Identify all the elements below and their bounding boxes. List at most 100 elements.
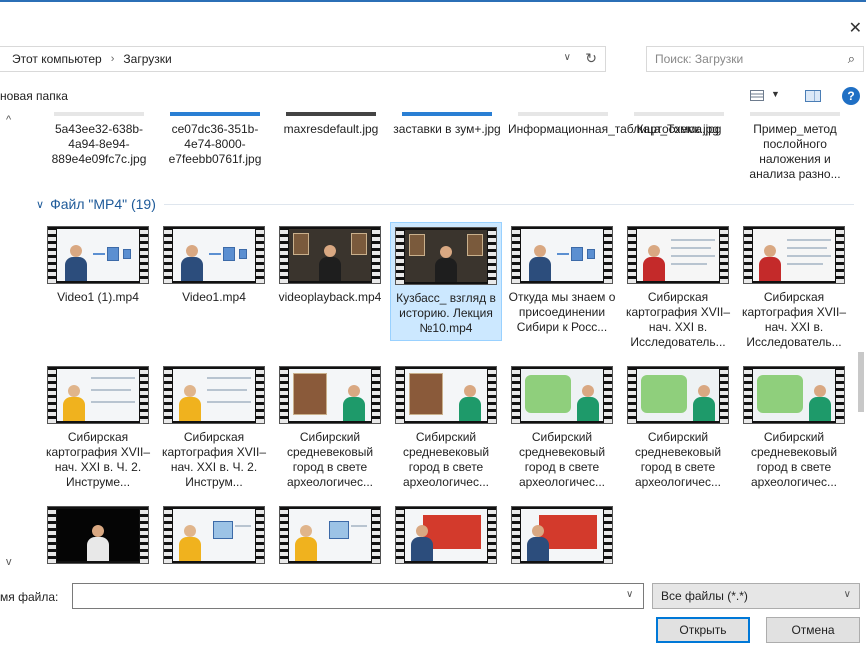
refresh-icon[interactable]: ↻ — [585, 50, 597, 67]
file-name: Сибирская картография XVII–нач. XXI в. Ч… — [45, 430, 151, 489]
cancel-button[interactable]: Отмена — [766, 617, 860, 643]
scrollbar-thumb[interactable] — [858, 352, 864, 412]
video-file-item[interactable]: Сибирский средневековый город в свете ар… — [506, 362, 618, 494]
video-file-item[interactable]: videoplayback.mp4 — [274, 222, 386, 309]
filename-input[interactable] — [72, 583, 644, 609]
vertical-scrollbar[interactable] — [856, 112, 866, 574]
file-name — [158, 564, 270, 574]
video-file-item[interactable]: Сибирский средневековый город в свете ар… — [622, 362, 734, 494]
breadcrumb-separator-icon: › — [110, 53, 115, 65]
preview-pane-icon[interactable] — [805, 90, 821, 102]
video-thumbnail-icon — [47, 366, 149, 424]
video-file-item[interactable]: Video1 (1).mp4 — [42, 222, 154, 309]
search-input[interactable]: Поиск: Загрузки ⌕ — [646, 46, 864, 72]
address-bar[interactable]: Этот компьютер › Загрузки ∨ ↻ — [0, 46, 606, 72]
thumbnail-edge — [518, 112, 608, 116]
file-name: Картосхема.jpg — [636, 122, 722, 136]
video-file-item[interactable]: Сибирская картография XVII–нач. XXI в. Ч… — [158, 362, 270, 494]
file-list[interactable]: 5a43ee32-638b-4a94-8e94-889e4e09fc7c.jpg… — [8, 112, 854, 574]
video-file-item[interactable]: Сибирская картография XVII–нач. XXI в. Ч… — [42, 362, 154, 494]
breadcrumb-downloads[interactable]: Загрузки — [123, 52, 171, 66]
video-thumbnail-icon — [395, 366, 497, 424]
search-icon[interactable]: ⌕ — [848, 51, 855, 67]
video-file-item[interactable]: Кузбасс_ взгляд в историю. Лекция №10.mp… — [390, 222, 502, 341]
group-header-mp4[interactable]: ∨ Файл "MP4" (19) — [36, 196, 854, 212]
group-divider — [163, 203, 854, 205]
video-thumbnail-icon — [279, 506, 381, 564]
file-name — [274, 564, 386, 574]
video-thumbnail-icon — [163, 506, 265, 564]
video-thumbnail-icon — [395, 227, 497, 285]
video-thumbnail-icon — [279, 226, 381, 284]
file-name: Откуда мы знаем о присоединении Сибири к… — [508, 290, 616, 334]
file-item[interactable]: maxresdefault.jpg — [276, 112, 386, 137]
video-thumbnail-icon — [627, 226, 729, 284]
video-file-item[interactable]: Video1.mp4 — [158, 222, 270, 309]
video-thumbnail-icon — [163, 366, 265, 424]
file-type-value: Все файлы (*.*) — [661, 589, 748, 603]
video-thumbnail-icon — [47, 506, 149, 564]
video-file-item[interactable] — [274, 502, 386, 574]
video-file-item[interactable] — [390, 502, 502, 574]
video-thumbnail-icon — [163, 226, 265, 284]
file-item[interactable]: ce07dc36-351b-4e74-8000-e7feebb0761f.jpg — [160, 112, 270, 167]
file-item[interactable]: Информационная_таблица_Томск.jpg — [508, 112, 719, 137]
video-thumbnail-icon — [511, 506, 613, 564]
file-name: videoplayback.mp4 — [278, 290, 382, 304]
video-thumbnail-icon — [743, 366, 845, 424]
file-name: maxresdefault.jpg — [283, 122, 379, 136]
file-name: Сибирский средневековый город в свете ар… — [518, 430, 606, 489]
file-item[interactable]: Пример_метод послойного наложения и анал… — [740, 112, 850, 182]
filename-history-chevron-icon[interactable]: ∨ — [626, 589, 633, 600]
video-file-item[interactable] — [506, 502, 618, 574]
file-name: Сибирский средневековый город в свете ар… — [402, 430, 490, 489]
close-icon[interactable]: ✕ — [849, 18, 862, 38]
video-thumbnail-icon — [47, 226, 149, 284]
thumbnail-edge — [750, 112, 840, 116]
video-file-item[interactable]: Сибирская картография XVII–нач. XXI в. И… — [738, 222, 850, 354]
file-name: Сибирский средневековый город в свете ар… — [634, 430, 722, 489]
video-file-item[interactable]: Сибирский средневековый город в свете ар… — [274, 362, 386, 494]
open-button[interactable]: Открыть — [656, 617, 750, 643]
new-folder-button[interactable]: новая папка — [0, 89, 68, 103]
address-history-chevron-icon[interactable]: ∨ — [564, 52, 571, 63]
file-name: Сибирская картография XVII–нач. XXI в. И… — [625, 290, 731, 349]
video-file-item[interactable] — [158, 502, 270, 574]
breadcrumb-this-computer[interactable]: Этот компьютер — [12, 52, 102, 66]
file-name: Сибирская картография XVII–нач. XXI в. И… — [741, 290, 847, 349]
file-name — [42, 564, 154, 574]
file-type-select[interactable]: Все файлы (*.*) ∨ — [652, 583, 860, 609]
chevron-down-icon: ∨ — [843, 589, 851, 600]
help-icon[interactable]: ? — [842, 87, 860, 105]
video-thumbnail-icon — [511, 226, 613, 284]
search-placeholder: Поиск: Загрузки — [655, 52, 744, 66]
video-thumbnail-icon — [395, 506, 497, 564]
video-file-item[interactable]: Сибирский средневековый город в свете ар… — [738, 362, 850, 494]
file-name: Video1 (1).mp4 — [57, 290, 139, 304]
video-file-item[interactable]: Сибирский средневековый город в свете ар… — [390, 362, 502, 494]
file-item[interactable]: 5a43ee32-638b-4a94-8e94-889e4e09fc7c.jpg — [44, 112, 154, 167]
file-name: Пример_метод послойного наложения и анал… — [749, 122, 841, 181]
file-name — [506, 564, 618, 574]
thumbnail-edge — [634, 112, 724, 116]
video-thumbnail-icon — [627, 366, 729, 424]
video-thumbnail-icon — [279, 366, 381, 424]
video-file-item[interactable]: Сибирская картография XVII–нач. XXI в. И… — [622, 222, 734, 354]
view-options-chevron-icon[interactable]: ▼ — [771, 89, 780, 99]
file-item[interactable]: Картосхема.jpg — [624, 112, 734, 137]
file-item[interactable]: заставки в зум+.jpg — [392, 112, 502, 137]
toolbar: новая папка ▼ ? — [0, 84, 866, 110]
video-thumbnail-icon — [743, 226, 845, 284]
thumbnail-edge — [286, 112, 376, 116]
file-name — [390, 564, 502, 574]
group-label: Файл "MP4" (19) — [50, 196, 156, 212]
video-thumbnail-icon — [511, 366, 613, 424]
video-file-item[interactable] — [42, 502, 154, 574]
video-file-item[interactable]: Откуда мы знаем о присоединении Сибири к… — [506, 222, 618, 339]
image-files-row: 5a43ee32-638b-4a94-8e94-889e4e09fc7c.jpg… — [8, 112, 854, 192]
collapse-chevron-icon[interactable]: ∨ — [36, 198, 44, 211]
change-view-icon[interactable] — [750, 90, 764, 101]
thumbnail-edge — [402, 112, 492, 116]
file-name: заставки в зум+.jpg — [393, 122, 501, 136]
dialog-titlebar: ✕ — [0, 0, 866, 42]
